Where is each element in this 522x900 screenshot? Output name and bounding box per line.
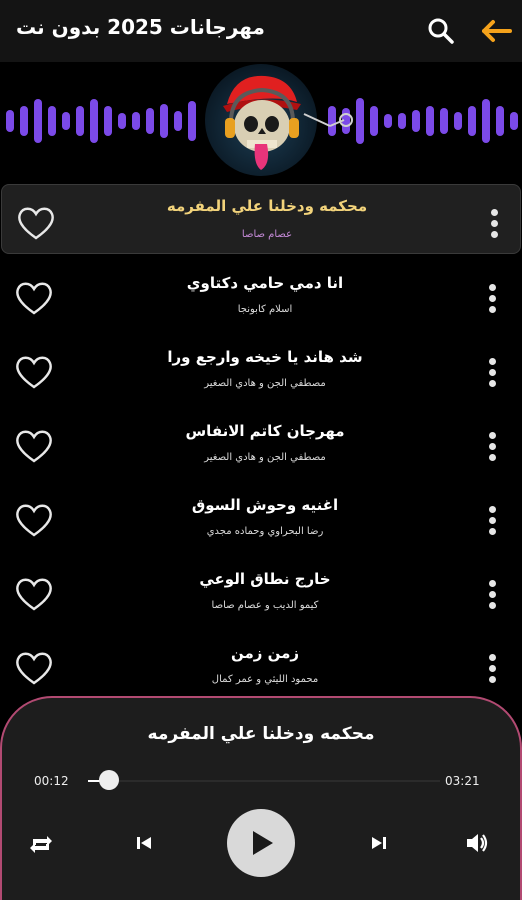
more-vert-icon[interactable] [482,284,502,318]
song-artist: كيمو الديب و عصام صاصا [211,600,319,611]
song-artist: محمود الليثي و عمر كمال [211,674,319,685]
visualizer-bar [174,111,182,131]
song-row[interactable]: خارج نطاق الوعي كيمو الديب و عصام صاصا [0,556,522,626]
back-arrow-icon[interactable] [478,16,514,46]
song-artist: مصطفي الجن و هادي الصغير [204,378,326,389]
song-title: خارج نطاق الوعي [199,570,331,588]
visualizer-bar [132,112,140,130]
song-artist: رضا البحراوي وحماده مجدي [206,526,324,537]
visualizer-bar [6,110,14,132]
visualizer-bar [160,104,168,138]
song-row[interactable]: محكمه ودخلنا علي المفرمه عصام صاصا [1,184,521,254]
visualizer-bar [426,106,434,136]
song-row[interactable]: مهرجان كاتم الانفاس مصطفي الجن و هادي ال… [0,408,522,478]
visualizer-bar [104,106,112,136]
song-row[interactable]: اغنيه وحوش السوق رضا البحراوي وحماده مجد… [0,482,522,552]
app-header: مهرجانات 2025 بدون نت [0,0,522,62]
page-title: مهرجانات 2025 بدون نت [16,15,265,39]
song-artist: اسلام كابونجا [237,304,293,315]
visualizer-bar [118,113,126,129]
visualizer-bar [510,112,518,130]
heart-icon[interactable] [14,576,54,612]
song-title: مهرجان كاتم الانفاس [185,422,345,440]
visualizer-bar [482,99,490,143]
play-button[interactable] [227,809,295,877]
search-icon[interactable] [425,15,457,47]
more-vert-icon[interactable] [484,209,504,243]
visualizer-bar [370,106,378,136]
visualizer-bar [440,108,448,134]
seek-bar[interactable] [88,780,440,782]
heart-icon[interactable] [14,280,54,316]
now-playing-title: محكمه ودخلنا علي المفرمه [147,724,375,744]
visualizer-bar [48,106,56,136]
visualizer-bar [62,112,70,130]
visualizer-bar [90,99,98,143]
song-title: محكمه ودخلنا علي المفرمه [166,197,368,215]
visualizer-bar [384,114,392,128]
more-vert-icon[interactable] [482,358,502,392]
next-icon[interactable] [369,833,389,853]
volume-icon[interactable] [464,830,490,856]
song-title: زمن زمن [230,644,300,662]
play-icon [253,831,273,855]
visualizer-bar [146,108,154,134]
previous-icon[interactable] [134,833,154,853]
heart-icon[interactable] [14,650,54,686]
visualizer-bar [412,110,420,132]
visualizer-bar [188,101,196,141]
more-vert-icon[interactable] [482,506,502,540]
heart-icon[interactable] [14,502,54,538]
song-row[interactable]: زمن زمن محمود الليثي و عمر كمال [0,630,522,700]
visualizer-bar [496,106,504,136]
visualizer-bar [76,106,84,136]
visualizer-bar [20,106,28,136]
more-vert-icon[interactable] [482,580,502,614]
visualizer-bar [468,106,476,136]
heart-icon[interactable] [14,428,54,464]
heart-icon[interactable] [16,205,56,241]
more-vert-icon[interactable] [482,654,502,688]
seek-thumb[interactable] [99,770,120,790]
visualizer-bar [454,112,462,130]
song-title: اغنيه وحوش السوق [191,496,339,514]
total-time: 03:21 [445,774,480,788]
song-row[interactable]: انا دمي حامي دكتاوي اسلام كابونجا [0,260,522,330]
heart-icon[interactable] [14,354,54,390]
more-vert-icon[interactable] [482,432,502,466]
song-artist: عصام صاصا [241,229,293,240]
song-artist: مصطفي الجن و هادي الصغير [204,452,326,463]
current-time: 00:12 [34,774,69,788]
song-title: شد هاند يا خيخه وارجع ورا [167,348,363,366]
visualizer-bar [398,113,406,129]
visualizer-bar [34,99,42,143]
song-title: انا دمي حامي دكتاوي [186,274,344,292]
song-row[interactable]: شد هاند يا خيخه وارجع ورا مصطفي الجن و ه… [0,334,522,404]
tonearm-icon [303,113,353,127]
repeat-icon[interactable] [28,830,54,856]
